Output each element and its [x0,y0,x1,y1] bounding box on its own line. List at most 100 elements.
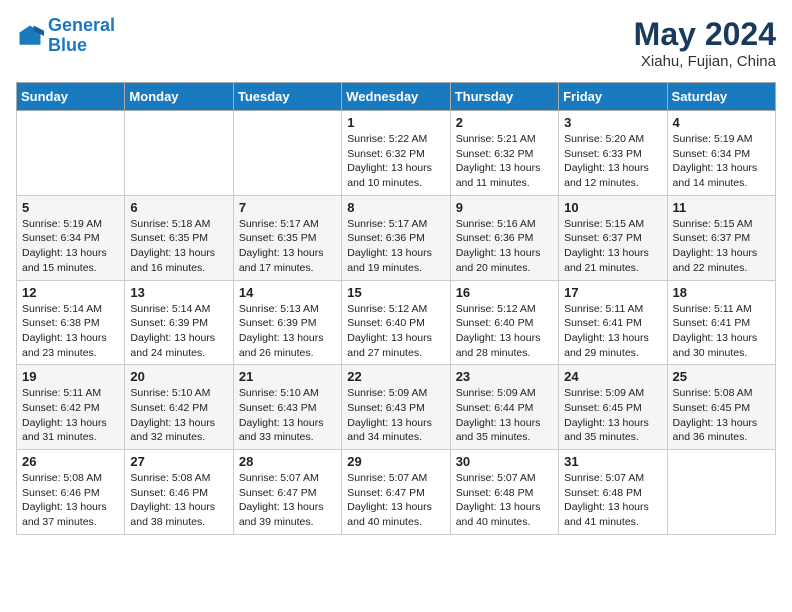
day-number: 29 [347,454,444,469]
day-info: Sunrise: 5:19 AM Sunset: 6:34 PM Dayligh… [22,217,119,276]
day-cell: 7Sunrise: 5:17 AM Sunset: 6:35 PM Daylig… [233,195,341,280]
logo-text: General Blue [48,16,115,56]
header-wednesday: Wednesday [342,83,450,111]
day-cell: 3 Sunrise: 5:20 AM Sunset: 6:33 PM Daylig… [559,111,667,196]
day-number: 24 [564,369,661,384]
day-cell [233,111,341,196]
calendar-header-row: SundayMondayTuesdayWednesdayThursdayFrid… [17,83,776,111]
day-cell: 11 Sunrise: 5:15 AM Sunset: 6:37 PM Dayli… [667,195,775,280]
day-cell: 17 Sunrise: 5:11 AM Sunset: 6:41 PM Dayli… [559,280,667,365]
day-info: Sunrise: 5:14 AM Sunset: 6:38 PM Dayligh… [22,302,119,361]
day-number: 31 [564,454,661,469]
header-friday: Friday [559,83,667,111]
day-cell [667,450,775,535]
day-info: Sunrise: 5:07 AM Sunset: 6:47 PM Dayligh… [239,471,336,530]
day-info: Sunrise: 5:09 AM Sunset: 6:45 PM Dayligh… [564,386,661,445]
day-info: Sunrise: 5:08 AM Sunset: 6:46 PM Dayligh… [130,471,227,530]
week-row-2: 5 Sunrise: 5:19 AM Sunset: 6:34 PM Daylig… [17,195,776,280]
day-info: Sunrise: 5:22 AM Sunset: 6:32 PM Dayligh… [347,132,444,191]
month-title: May 2024 [634,16,776,53]
day-number: 21 [239,369,336,384]
day-info: Sunrise: 5:12 AM Sunset: 6:40 PM Dayligh… [456,302,553,361]
day-info: Sunrise: 5:13 AM Sunset: 6:39 PM Dayligh… [239,302,336,361]
day-info: Sunrise: 5:14 AM Sunset: 6:39 PM Dayligh… [130,302,227,361]
day-cell: 16 Sunrise: 5:12 AM Sunset: 6:40 PM Dayli… [450,280,558,365]
day-info: Sunrise: 5:07 AM Sunset: 6:48 PM Dayligh… [564,471,661,530]
header-thursday: Thursday [450,83,558,111]
day-info: Sunrise: 5:08 AM Sunset: 6:46 PM Dayligh… [22,471,119,530]
day-cell: 28 Sunrise: 5:07 AM Sunset: 6:47 PM Dayli… [233,450,341,535]
day-number: 15 [347,285,444,300]
day-info: Sunrise: 5:17 AM Sunset: 6:36 PM Dayligh… [347,217,444,276]
day-cell: 22 Sunrise: 5:09 AM Sunset: 6:43 PM Dayli… [342,365,450,450]
day-number: 5 [22,200,119,215]
day-cell: 24 Sunrise: 5:09 AM Sunset: 6:45 PM Dayli… [559,365,667,450]
day-cell: 20 Sunrise: 5:10 AM Sunset: 6:42 PM Dayli… [125,365,233,450]
day-cell: 26 Sunrise: 5:08 AM Sunset: 6:46 PM Dayli… [17,450,125,535]
day-cell: 1 Sunrise: 5:22 AM Sunset: 6:32 PM Daylig… [342,111,450,196]
day-cell: 21 Sunrise: 5:10 AM Sunset: 6:43 PM Dayli… [233,365,341,450]
day-cell: 31 Sunrise: 5:07 AM Sunset: 6:48 PM Dayli… [559,450,667,535]
day-cell: 23Sunrise: 5:09 AM Sunset: 6:44 PM Dayli… [450,365,558,450]
week-row-3: 12 Sunrise: 5:14 AM Sunset: 6:38 PM Dayli… [17,280,776,365]
day-number: 22 [347,369,444,384]
subtitle: Xiahu, Fujian, China [634,53,776,70]
header-saturday: Saturday [667,83,775,111]
day-cell [125,111,233,196]
page-header: General Blue May 2024 Xiahu, Fujian, Chi… [16,16,776,70]
logo: General Blue [16,16,115,56]
day-info: Sunrise: 5:07 AM Sunset: 6:48 PM Dayligh… [456,471,553,530]
day-number: 12 [22,285,119,300]
day-info: Sunrise: 5:10 AM Sunset: 6:43 PM Dayligh… [239,386,336,445]
day-cell: 18Sunrise: 5:11 AM Sunset: 6:41 PM Dayli… [667,280,775,365]
day-cell: 27 Sunrise: 5:08 AM Sunset: 6:46 PM Dayli… [125,450,233,535]
day-info: Sunrise: 5:15 AM Sunset: 6:37 PM Dayligh… [564,217,661,276]
week-row-1: 1 Sunrise: 5:22 AM Sunset: 6:32 PM Daylig… [17,111,776,196]
day-number: 28 [239,454,336,469]
day-number: 11 [673,200,770,215]
day-info: Sunrise: 5:11 AM Sunset: 6:41 PM Dayligh… [673,302,770,361]
day-number: 8 [347,200,444,215]
day-cell: 6 Sunrise: 5:18 AM Sunset: 6:35 PM Daylig… [125,195,233,280]
day-number: 30 [456,454,553,469]
day-cell: 15Sunrise: 5:12 AM Sunset: 6:40 PM Dayli… [342,280,450,365]
day-number: 1 [347,115,444,130]
day-cell [17,111,125,196]
day-cell: 12 Sunrise: 5:14 AM Sunset: 6:38 PM Dayli… [17,280,125,365]
header-sunday: Sunday [17,83,125,111]
day-number: 16 [456,285,553,300]
day-cell: 25 Sunrise: 5:08 AM Sunset: 6:45 PM Dayli… [667,365,775,450]
week-row-4: 19 Sunrise: 5:11 AM Sunset: 6:42 PM Dayli… [17,365,776,450]
day-info: Sunrise: 5:08 AM Sunset: 6:45 PM Dayligh… [673,386,770,445]
day-number: 7 [239,200,336,215]
day-info: Sunrise: 5:10 AM Sunset: 6:42 PM Dayligh… [130,386,227,445]
day-info: Sunrise: 5:16 AM Sunset: 6:36 PM Dayligh… [456,217,553,276]
day-number: 6 [130,200,227,215]
day-info: Sunrise: 5:09 AM Sunset: 6:43 PM Dayligh… [347,386,444,445]
day-number: 27 [130,454,227,469]
day-number: 26 [22,454,119,469]
day-cell: 13 Sunrise: 5:14 AM Sunset: 6:39 PM Dayli… [125,280,233,365]
day-info: Sunrise: 5:18 AM Sunset: 6:35 PM Dayligh… [130,217,227,276]
day-number: 20 [130,369,227,384]
day-number: 2 [456,115,553,130]
day-info: Sunrise: 5:11 AM Sunset: 6:41 PM Dayligh… [564,302,661,361]
day-cell: 5 Sunrise: 5:19 AM Sunset: 6:34 PM Daylig… [17,195,125,280]
day-info: Sunrise: 5:11 AM Sunset: 6:42 PM Dayligh… [22,386,119,445]
header-tuesday: Tuesday [233,83,341,111]
day-number: 23 [456,369,553,384]
day-number: 19 [22,369,119,384]
logo-icon [16,22,44,50]
day-info: Sunrise: 5:20 AM Sunset: 6:33 PM Dayligh… [564,132,661,191]
day-number: 17 [564,285,661,300]
day-cell: 19 Sunrise: 5:11 AM Sunset: 6:42 PM Dayli… [17,365,125,450]
day-number: 3 [564,115,661,130]
day-number: 13 [130,285,227,300]
day-cell: 30 Sunrise: 5:07 AM Sunset: 6:48 PM Dayli… [450,450,558,535]
day-info: Sunrise: 5:15 AM Sunset: 6:37 PM Dayligh… [673,217,770,276]
day-number: 14 [239,285,336,300]
day-number: 25 [673,369,770,384]
day-info: Sunrise: 5:21 AM Sunset: 6:32 PM Dayligh… [456,132,553,191]
day-cell: 8 Sunrise: 5:17 AM Sunset: 6:36 PM Daylig… [342,195,450,280]
day-cell: 10Sunrise: 5:15 AM Sunset: 6:37 PM Dayli… [559,195,667,280]
